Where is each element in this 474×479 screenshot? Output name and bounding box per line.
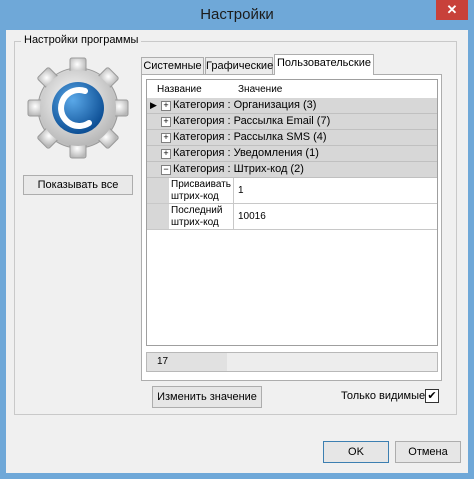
property-grid[interactable]: Название Значение ▶ + Категория : Органи… — [146, 79, 438, 346]
category-row-notifications[interactable]: + Категория : Уведомления (1) — [147, 146, 437, 162]
only-visible-checkbox[interactable]: ✔ — [425, 389, 439, 403]
expand-icon[interactable]: + — [161, 101, 171, 111]
tab-panel-user: Название Значение ▶ + Категория : Органи… — [141, 74, 442, 381]
group-title: Настройки программы — [21, 34, 142, 46]
record-count: 17 — [147, 353, 227, 371]
ok-button[interactable]: OK — [323, 441, 389, 463]
change-value-button[interactable]: Изменить значение — [152, 386, 262, 408]
property-row-last-barcode[interactable]: Последний штрих-код 10016 — [147, 204, 437, 230]
category-label: Категория : Штрих-код (2) — [173, 163, 304, 175]
category-row-barcode[interactable]: − Категория : Штрих-код (2) — [147, 162, 437, 178]
close-icon: ✕ — [446, 2, 458, 17]
window-title: Настройки — [200, 6, 274, 23]
show-all-button[interactable]: Показывать все — [23, 175, 133, 195]
cancel-button[interactable]: Отмена — [395, 441, 461, 463]
tab-system[interactable]: Системные — [141, 57, 204, 74]
collapse-icon[interactable]: − — [161, 165, 171, 175]
category-row-organization[interactable]: ▶ + Категория : Организация (3) — [147, 98, 437, 114]
grid-status-bar: 17 — [146, 352, 438, 372]
property-value[interactable]: 1 — [238, 185, 244, 196]
expand-icon[interactable]: + — [161, 133, 171, 143]
dialog-client: Настройки программы Показывать все Систе… — [6, 30, 468, 473]
settings-gear-logo-icon — [27, 57, 129, 159]
category-row-sms[interactable]: + Категория : Рассылка SMS (4) — [147, 130, 437, 146]
only-visible-label: Только видимые — [341, 390, 426, 402]
settings-window: Настройки ✕ Настройки программы Показыва… — [0, 0, 474, 479]
grid-header: Название Значение — [147, 80, 437, 98]
category-label: Категория : Рассылка SMS (4) — [173, 131, 327, 143]
category-row-email[interactable]: + Категория : Рассылка Email (7) — [147, 114, 437, 130]
tab-user[interactable]: Пользовательские — [274, 54, 374, 75]
category-label: Категория : Рассылка Email (7) — [173, 115, 331, 127]
property-name: Последний штрих-код — [169, 204, 234, 229]
property-row-assign-barcode[interactable]: Присваивать штрих-код 1 — [147, 178, 437, 204]
property-name: Присваивать штрих-код — [169, 178, 234, 203]
expand-icon[interactable]: + — [161, 117, 171, 127]
category-label: Категория : Уведомления (1) — [173, 147, 319, 159]
column-name-header: Название — [157, 84, 202, 95]
close-button[interactable]: ✕ — [436, 0, 468, 20]
current-row-arrow-icon: ▶ — [150, 100, 157, 110]
category-label: Категория : Организация (3) — [173, 99, 317, 111]
property-value[interactable]: 10016 — [238, 211, 266, 222]
title-bar[interactable]: Настройки ✕ — [0, 0, 474, 30]
row-indent — [147, 178, 169, 203]
tab-graphics[interactable]: Графические — [205, 57, 273, 74]
expand-icon[interactable]: + — [161, 149, 171, 159]
column-value-header: Значение — [238, 84, 283, 95]
row-indent — [147, 204, 169, 229]
